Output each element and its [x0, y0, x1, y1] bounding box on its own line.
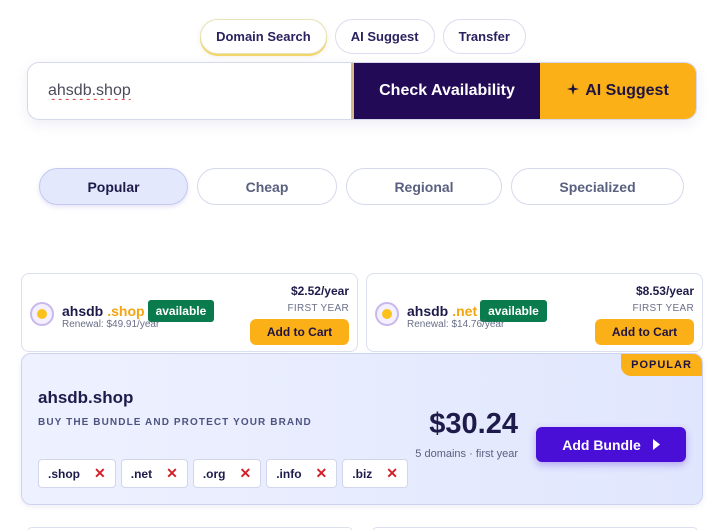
- category-tabs: Popular Cheap Regional Specialized: [39, 168, 684, 205]
- category-tab-popular[interactable]: Popular: [39, 168, 188, 205]
- check-availability-button[interactable]: Check Availability: [354, 63, 540, 119]
- popular-badge: POPULAR: [621, 354, 702, 376]
- select-radio[interactable]: [30, 302, 54, 326]
- price: $2.52/year: [290, 284, 349, 298]
- tld-chip: .info ✕: [266, 459, 338, 488]
- renewal-price: Renewal: $14.76/year: [407, 319, 505, 330]
- tld-chip: .biz ✕: [342, 459, 409, 488]
- add-to-cart-button[interactable]: Add to Cart: [595, 319, 694, 345]
- ai-suggest-label: AI Suggest: [585, 82, 669, 99]
- tab-transfer[interactable]: Transfer: [442, 19, 526, 54]
- search-bar: Check Availability AI Suggest: [27, 62, 697, 120]
- bundle-meta: 5 domains · first year: [415, 448, 518, 460]
- tld-chip-label: .net: [130, 466, 153, 481]
- sparkle-icon: [567, 82, 580, 100]
- add-bundle-button[interactable]: Add Bundle: [536, 427, 686, 462]
- mode-tabs: Domain Search AI Suggest Transfer: [0, 19, 726, 54]
- category-tab-specialized[interactable]: Specialized: [511, 168, 684, 205]
- domain-label: ahsdb: [62, 303, 104, 319]
- remove-tld-icon[interactable]: ✕: [316, 465, 328, 482]
- bundle-price: $30.24: [429, 408, 518, 440]
- first-year-label: FIRST YEAR: [287, 303, 349, 314]
- domain-search-input[interactable]: [48, 82, 338, 100]
- tld-chip-label: .shop: [48, 466, 80, 481]
- select-radio[interactable]: [375, 302, 399, 326]
- category-tab-regional[interactable]: Regional: [346, 168, 502, 205]
- bundle-subtitle: BUY THE BUNDLE AND PROTECT YOUR BRAND: [38, 417, 312, 428]
- domain-label: ahsdb: [407, 303, 449, 319]
- tld-chip: .net ✕: [120, 459, 188, 488]
- remove-tld-icon[interactable]: ✕: [166, 465, 178, 482]
- remove-tld-icon[interactable]: ✕: [386, 465, 398, 482]
- tld-chip: .org ✕: [192, 459, 262, 488]
- bundle-card: POPULAR ahsdb.shop BUY THE BUNDLE AND PR…: [21, 353, 703, 505]
- chevron-right-icon: [652, 437, 660, 453]
- remove-tld-icon[interactable]: ✕: [239, 465, 251, 482]
- domain-result-card: ahsdb .net available Renewal: $14.76/yea…: [366, 273, 703, 352]
- domain-result-card: ahsdb .shop available Renewal: $49.91/ye…: [21, 273, 358, 352]
- add-bundle-label: Add Bundle: [562, 436, 641, 453]
- search-input-wrapper: [28, 63, 354, 119]
- bundle-title: ahsdb.shop: [38, 388, 134, 407]
- ai-suggest-button[interactable]: AI Suggest: [540, 63, 696, 119]
- tld-chip-label: .biz: [352, 466, 373, 481]
- tld-chip-label: .org: [202, 466, 226, 481]
- domain-tld: .shop: [107, 303, 145, 319]
- price: $8.53/year: [635, 284, 694, 298]
- tld-chip: .shop ✕: [38, 459, 116, 488]
- tld-chip-label: .info: [276, 466, 302, 481]
- remove-tld-icon[interactable]: ✕: [94, 465, 106, 482]
- category-tab-cheap[interactable]: Cheap: [197, 168, 337, 205]
- tab-domain-search[interactable]: Domain Search: [200, 19, 327, 54]
- renewal-price: Renewal: $49.91/year: [62, 319, 160, 330]
- add-to-cart-button[interactable]: Add to Cart: [250, 319, 349, 345]
- first-year-label: FIRST YEAR: [632, 303, 694, 314]
- domain-tld: .net: [452, 303, 478, 319]
- bundle-tld-list: .shop ✕ .net ✕ .org ✕ .info ✕ .biz ✕: [38, 459, 409, 488]
- tab-ai-suggest[interactable]: AI Suggest: [334, 19, 435, 54]
